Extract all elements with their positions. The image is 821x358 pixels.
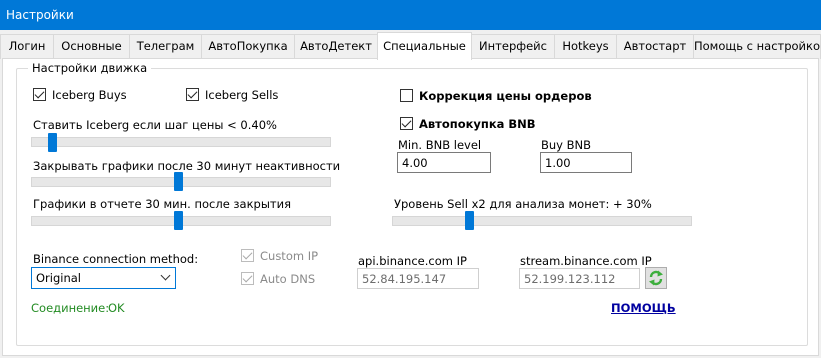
tab-telegram[interactable]: Телеграм <box>129 34 202 59</box>
api-ip-label: api.binance.com IP <box>358 254 467 268</box>
sell-level-track <box>392 216 692 226</box>
report-charts-slider[interactable] <box>173 211 183 230</box>
tab-interface[interactable]: Интерфейс <box>471 34 555 59</box>
refresh-ip-button[interactable] <box>645 267 667 289</box>
tab-autobuy[interactable]: АвтоПокупка <box>201 34 295 59</box>
refresh-arrows-icon <box>649 270 663 286</box>
tab-autodetect[interactable]: АвтоДетект <box>294 34 378 59</box>
close-charts-slider[interactable] <box>173 172 183 191</box>
auto-buy-bnb-checkbox[interactable] <box>400 117 413 130</box>
tab-main[interactable]: Основные <box>53 34 130 59</box>
stream-ip-label: stream.binance.com IP <box>520 254 652 268</box>
connection-status-value: OK <box>108 301 125 315</box>
iceberg-buys-label: Iceberg Buys <box>52 88 127 102</box>
api-ip-input[interactable] <box>357 268 479 289</box>
tab-login[interactable]: Логин <box>0 34 54 59</box>
iceberg-sells-checkbox[interactable] <box>186 88 199 101</box>
iceberg-step-label: Ставить Iceberg если шаг цены < 0.40% <box>33 118 277 132</box>
group-title: Настройки движка <box>28 61 152 75</box>
connection-status-label: Соединение: <box>31 301 110 315</box>
chevron-down-icon <box>160 270 171 281</box>
price-correction-checkbox[interactable] <box>400 89 413 102</box>
tab-hotkeys[interactable]: Hotkeys <box>554 34 617 59</box>
auto-buy-bnb-label: Автопокупка BNB <box>419 117 536 131</box>
tab-special[interactable]: Специальные <box>377 32 472 60</box>
iceberg-sells-label: Iceberg Sells <box>205 88 279 102</box>
iceberg-step-track <box>31 137 331 147</box>
price-correction-label: Коррекция цены ордеров <box>419 89 592 103</box>
connection-method-label: Binance connection method: <box>33 252 199 266</box>
stream-ip-input[interactable] <box>519 268 640 289</box>
connection-method-value: Original <box>36 271 82 285</box>
help-link[interactable]: ПОМОЩЬ <box>611 301 676 315</box>
buy-bnb-input[interactable] <box>540 152 632 173</box>
auto-dns-checkbox[interactable] <box>241 272 254 285</box>
tab-setup-help[interactable]: Помощь с настройкой <box>693 34 821 59</box>
connection-method-select[interactable]: Original <box>31 267 176 289</box>
report-charts-label: Графики в отчете 30 мин. после закрытия <box>33 197 292 211</box>
custom-ip-label: Custom IP <box>260 249 319 263</box>
window-title: Настройки <box>0 0 821 30</box>
auto-dns-label: Auto DNS <box>260 272 316 286</box>
sell-level-slider[interactable] <box>464 211 474 230</box>
iceberg-buys-checkbox[interactable] <box>33 88 46 101</box>
close-charts-label: Закрывать графики после 30 минут неактив… <box>33 159 341 173</box>
iceberg-step-slider[interactable] <box>48 133 58 152</box>
tab-strip: Логин Основные Телеграм АвтоПокупка Авто… <box>0 32 821 60</box>
custom-ip-checkbox[interactable] <box>241 249 254 262</box>
min-bnb-input[interactable] <box>397 152 491 173</box>
min-bnb-label: Min. BNB level <box>398 138 482 152</box>
sell-level-label: Уровень Sell x2 для анализа монет: + 30% <box>394 197 652 211</box>
tab-autostart[interactable]: Автостарт <box>616 34 694 59</box>
buy-bnb-label: Buy BNB <box>541 138 592 152</box>
